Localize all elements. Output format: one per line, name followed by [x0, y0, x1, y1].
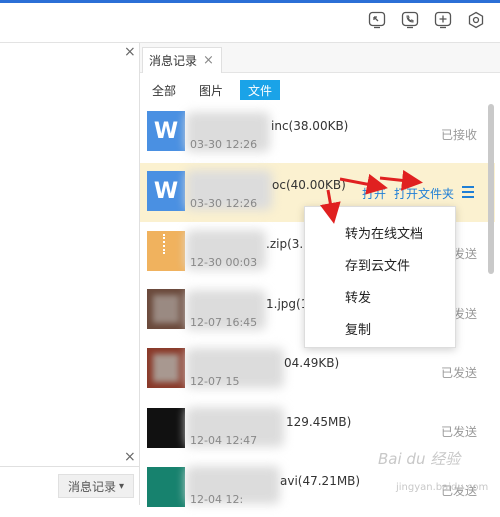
close-icon[interactable]: ×: [203, 53, 214, 68]
word-file-icon: W: [147, 111, 185, 151]
file-name: 1.jpg(1: [266, 297, 309, 311]
phone-icon[interactable]: [399, 9, 421, 31]
image-thumbnail: [147, 348, 185, 388]
file-status: 已接收: [441, 128, 478, 142]
file-date: 12-07 15: [190, 375, 240, 388]
file-status: 发送: [453, 307, 478, 321]
filter-files[interactable]: 文件: [240, 80, 280, 100]
video-thumbnail: [147, 467, 185, 507]
file-name: 129.45MB): [286, 415, 352, 429]
chevron-down-icon: ▾: [118, 480, 125, 492]
video-thumbnail: [147, 408, 185, 448]
filter-images[interactable]: 图片: [194, 80, 228, 100]
settings-icon[interactable]: [465, 9, 487, 31]
scrollbar-thumb[interactable]: [488, 104, 494, 274]
file-name: inc(38.00KB): [271, 119, 349, 133]
tab-label: 消息记录: [149, 54, 198, 68]
file-type-letter: W: [153, 118, 179, 144]
input-divider: [0, 466, 139, 467]
menu-item-copy[interactable]: 复制: [345, 319, 371, 338]
file-date: 12-04 12:: [190, 493, 244, 506]
filter-label: 全部: [151, 83, 176, 98]
filter-all[interactable]: 全部: [147, 80, 181, 100]
watermark: Bai du 经验: [378, 450, 461, 468]
menu-icon[interactable]: [462, 186, 474, 198]
filter-label: 文件: [247, 83, 272, 98]
file-status: 已发送: [441, 425, 478, 439]
file-status: 发送: [453, 247, 478, 261]
file-date: 12-07 16:45: [190, 316, 258, 329]
file-date: 12-30 00:03: [190, 256, 258, 269]
file-status: 已发送: [441, 366, 478, 380]
image-thumbnail: [147, 289, 185, 329]
file-name: avi(47.21MB): [280, 474, 361, 488]
message-record-label: 消息记录: [67, 479, 116, 494]
tab-message-record[interactable]: 消息记录 ×: [142, 47, 222, 73]
close-icon[interactable]: ×: [124, 449, 136, 465]
filter-label: 图片: [198, 83, 223, 98]
message-record-button[interactable]: 消息记录 ▾: [58, 474, 134, 498]
add-icon[interactable]: [432, 9, 454, 31]
word-file-icon: W: [147, 171, 185, 211]
watermark-url: jingyan.baidu.com: [396, 482, 489, 493]
file-name: 04.49KB): [284, 356, 340, 370]
menu-item-forward[interactable]: 转发: [345, 287, 371, 306]
file-date: 03-30 12:26: [190, 138, 258, 151]
close-icon[interactable]: ×: [124, 44, 136, 60]
file-date: 03-30 12:26: [190, 197, 258, 210]
top-toolbar: [0, 0, 500, 42]
file-date: 12-04 12:47: [190, 434, 258, 447]
zip-file-icon: [147, 231, 185, 271]
menu-item-save-cloud[interactable]: 存到云文件: [345, 255, 410, 274]
chat-pane: [0, 43, 139, 505]
file-name: .zip(3.: [266, 237, 304, 251]
screenshot-icon[interactable]: [366, 9, 388, 31]
annotation-arrows: [320, 169, 423, 224]
file-type-letter: W: [153, 178, 179, 204]
